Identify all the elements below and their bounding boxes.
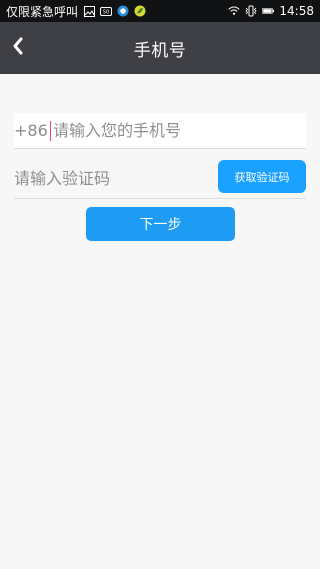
vibrate-icon [245, 5, 257, 17]
next-step-button[interactable]: 下一步 [86, 207, 235, 241]
text-cursor [50, 120, 51, 141]
status-time: 14:58 [279, 4, 314, 18]
status-bar: 仅限紧急呼叫 50 14:58 [0, 0, 320, 22]
top-app-bar: 手机号 [0, 22, 320, 74]
login-form: +86 获取验证码 [14, 113, 306, 199]
page-title: 手机号 [133, 40, 187, 61]
shield-icon [117, 5, 129, 17]
sim-icon: 50 [100, 5, 113, 17]
phone-number-input[interactable] [53, 121, 293, 140]
svg-text:50: 50 [103, 9, 109, 15]
country-code: +86 [14, 121, 48, 140]
leaf-icon [134, 5, 146, 17]
image-icon [83, 5, 95, 17]
phone-number-row: +86 [14, 113, 306, 149]
wifi-icon [228, 5, 240, 17]
battery-icon [262, 5, 275, 17]
status-right: 14:58 [228, 4, 314, 18]
carrier-status-text: 仅限紧急呼叫 [6, 4, 79, 19]
get-verification-code-button[interactable]: 获取验证码 [218, 160, 306, 193]
verification-code-input[interactable] [14, 169, 204, 188]
status-left: 仅限紧急呼叫 50 [6, 3, 146, 20]
verification-code-row: 获取验证码 [14, 159, 306, 199]
